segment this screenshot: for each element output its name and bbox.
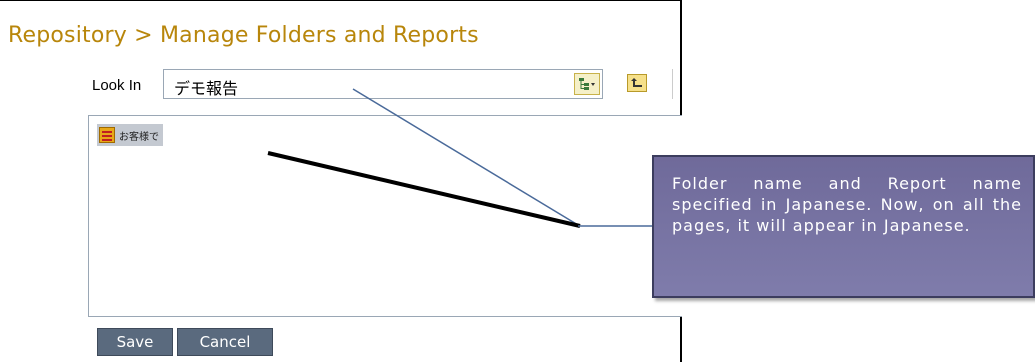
annotation-callout: Folder name and Report name specified in… xyxy=(652,155,1035,298)
callout-text: Folder name and Report name specified in… xyxy=(672,174,1022,235)
pointer-line-report xyxy=(267,151,581,228)
pointer-line-folder xyxy=(352,88,579,226)
